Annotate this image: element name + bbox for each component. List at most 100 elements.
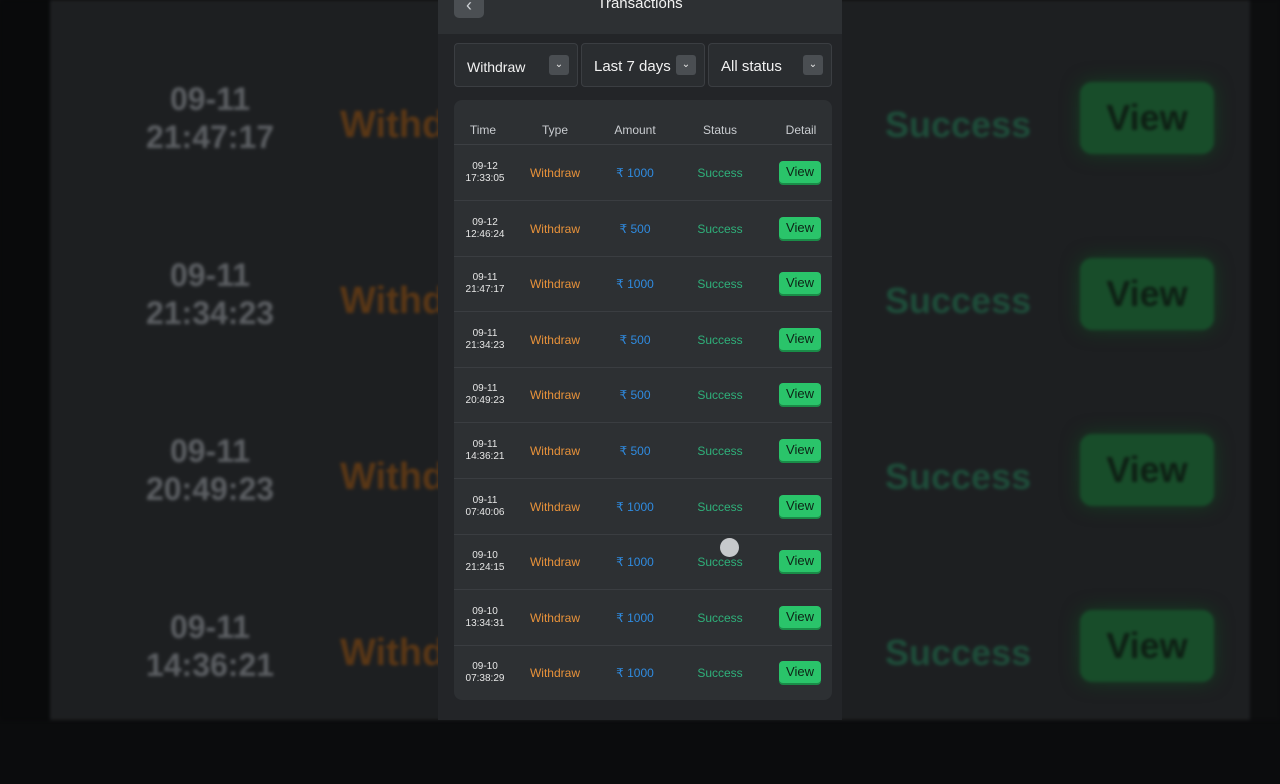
row-type: Withdraw: [529, 444, 580, 458]
row-clock: 07:38:29: [465, 673, 505, 685]
view-button[interactable]: View: [779, 327, 821, 350]
row-type: Withdraw: [529, 221, 580, 236]
column-header-status: Status: [702, 123, 738, 137]
view-button[interactable]: View: [779, 550, 821, 573]
status-filter-label: All status: [721, 58, 782, 75]
view-button[interactable]: View: [779, 161, 821, 183]
view-button[interactable]: View: [779, 216, 821, 239]
row-clock: 17:33:05: [465, 173, 505, 184]
view-button[interactable]: View: [779, 272, 821, 295]
row-type: Withdraw: [529, 610, 580, 625]
row-status: Success: [697, 666, 743, 681]
view-button[interactable]: View: [779, 605, 821, 628]
row-status: Success: [697, 610, 743, 625]
row-type: Withdraw: [529, 499, 580, 514]
view-button[interactable]: View: [779, 494, 821, 517]
row-time: 09-11 14:36:21: [460, 439, 510, 463]
row-type: Withdraw: [529, 332, 580, 347]
row-amount: ₹ 1000: [616, 277, 654, 292]
row-status: Success: [697, 166, 743, 180]
date-filter-dropdown[interactable]: Last 7 days ⌄: [581, 43, 705, 87]
transactions-table: Time Type Amount Status Detail 09-12 17:3…: [454, 100, 832, 700]
row-status: Success: [697, 444, 743, 458]
row-type: Withdraw: [529, 166, 580, 180]
row-time: 09-11 07:40:06: [460, 495, 510, 519]
row-time: 09-10 13:34:31: [460, 606, 510, 630]
row-amount: ₹ 500: [619, 332, 651, 347]
row-clock: 21:24:15: [465, 562, 505, 574]
row-clock: 14:36:21: [465, 451, 505, 462]
background-time: 09-11 20:49:23: [145, 433, 275, 507]
top-bar: ‹ Transactions: [438, 0, 842, 34]
row-time: 09-11 20:49:23: [460, 383, 510, 407]
background-status: Success: [885, 456, 1032, 497]
table-row: 09-10 07:38:29 Withdraw ₹ 1000 Success View: [454, 645, 832, 700]
date-filter-label: Last 7 days: [594, 58, 671, 75]
view-button[interactable]: View: [779, 383, 821, 406]
chevron-down-icon: ⌄: [549, 55, 569, 75]
row-date: 09-10: [472, 605, 498, 617]
background-status: Success: [885, 280, 1032, 321]
background-edge-right: [1250, 0, 1280, 720]
row-amount: ₹ 1000: [616, 610, 654, 625]
table-row: 09-10 13:34:31 Withdraw ₹ 1000 Success View: [454, 590, 832, 646]
row-date: 09-10: [472, 661, 498, 673]
column-header-time: Time: [469, 123, 497, 137]
row-type: Withdraw: [529, 277, 580, 292]
row-status: Success: [697, 332, 743, 347]
row-clock: 21:47:17: [465, 284, 505, 296]
background-time: 09-11 21:34:23: [145, 257, 275, 331]
table-row: 09-11 21:47:17 Withdraw ₹ 1000 Success View: [454, 256, 832, 313]
row-amount: ₹ 500: [619, 388, 651, 403]
row-amount: ₹ 1000: [616, 666, 654, 681]
table-header: Time Type Amount Status Detail: [454, 118, 832, 145]
row-clock: 20:49:23: [465, 395, 505, 407]
row-time: 09-10 21:24:15: [460, 550, 510, 574]
row-time: 09-11 21:34:23: [460, 328, 510, 352]
row-date: 09-11: [472, 494, 498, 506]
phone-screen: ‹ Transactions Withdraw ⌄ Last 7 days ⌄ …: [438, 0, 842, 720]
row-amount: ₹ 500: [619, 221, 651, 236]
row-amount: ₹ 1000: [616, 499, 654, 514]
row-date: 09-12: [472, 216, 498, 228]
row-status: Success: [697, 277, 743, 292]
row-type: Withdraw: [529, 666, 580, 681]
table-row: 09-11 21:34:23 Withdraw ₹ 500 Success View: [454, 312, 832, 368]
chevron-down-icon: ⌄: [803, 55, 823, 75]
row-type: Withdraw: [529, 555, 580, 570]
row-clock: 21:34:23: [465, 339, 505, 351]
touch-indicator: [720, 538, 739, 557]
background-view-button: View: [1080, 258, 1214, 330]
row-status: Success: [697, 221, 743, 236]
view-button[interactable]: View: [779, 439, 821, 461]
view-button[interactable]: View: [779, 661, 821, 684]
row-clock: 07:40:06: [465, 506, 505, 518]
row-status: Success: [697, 388, 743, 403]
background-status: Success: [885, 104, 1032, 145]
background-time: 09-11 14:36:21: [145, 609, 275, 683]
row-date: 09-11: [472, 272, 498, 284]
row-amount: ₹ 1000: [616, 166, 654, 180]
background-view-button: View: [1080, 434, 1214, 506]
chevron-down-icon: ⌄: [676, 55, 696, 75]
row-time: 09-10 07:38:29: [460, 661, 510, 685]
table-row: 09-12 17:33:05 Withdraw ₹ 1000 Success View: [454, 145, 832, 201]
row-status: Success: [697, 555, 743, 570]
row-date: 09-10: [472, 550, 498, 562]
row-date: 09-11: [472, 383, 498, 395]
row-time: 09-12 17:33:05: [460, 161, 510, 185]
column-header-type: Type: [541, 123, 568, 137]
row-clock: 12:46:24: [465, 228, 505, 240]
table-row: 09-11 20:49:23 Withdraw ₹ 500 Success View: [454, 367, 832, 424]
background-view-button: View: [1080, 82, 1214, 154]
background-time: 09-11 21:47:17: [145, 81, 275, 155]
row-time: 09-12 12:46:24: [460, 217, 510, 241]
row-status: Success: [697, 499, 743, 514]
table-row: 09-12 12:46:24 Withdraw ₹ 500 Success View: [454, 201, 832, 257]
table-row: 09-10 21:24:15 Withdraw ₹ 1000 Success View: [454, 534, 832, 591]
status-filter-dropdown[interactable]: All status ⌄: [708, 43, 832, 87]
background-status: Success: [885, 632, 1032, 673]
type-filter-dropdown[interactable]: Withdraw ⌄: [454, 43, 578, 87]
background-edge-left: [0, 0, 50, 720]
table-row: 09-11 14:36:21 Withdraw ₹ 500 Success View: [454, 423, 832, 479]
